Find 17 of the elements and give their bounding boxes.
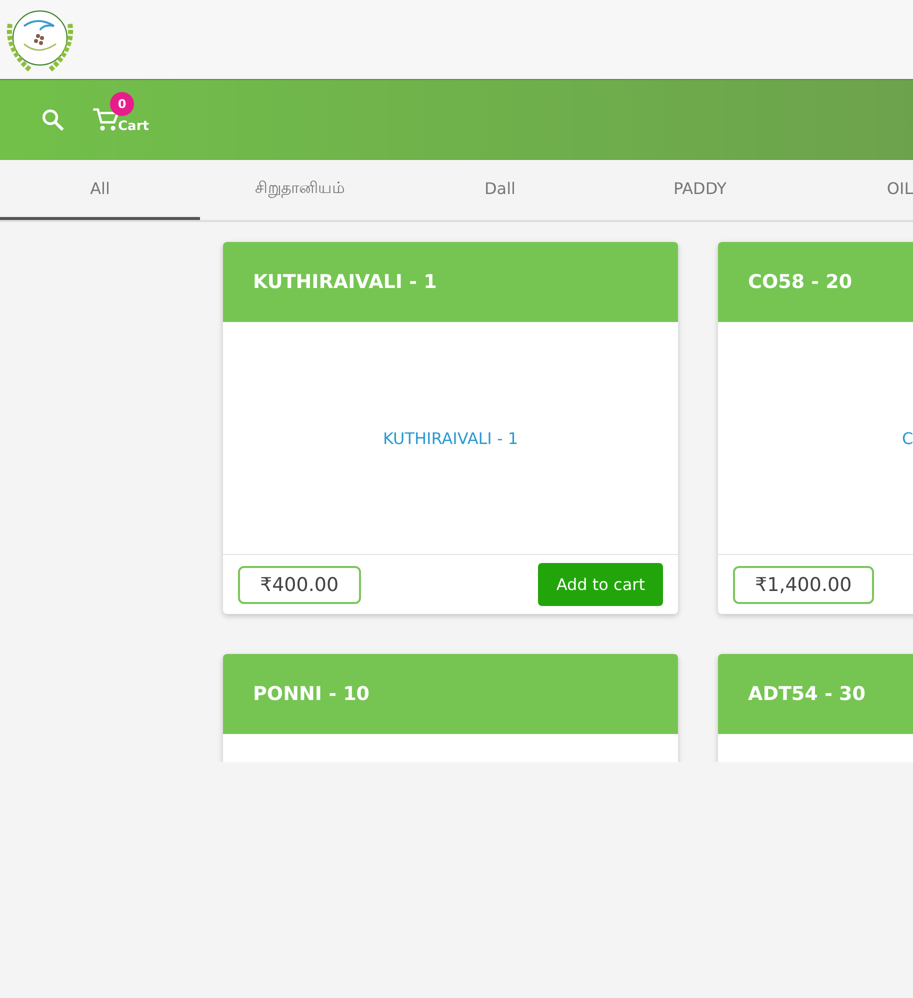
product-title: PONNI - 10	[253, 683, 370, 705]
category-tab[interactable]: All	[0, 160, 200, 220]
product-title: KUTHIRAIVALI - 1	[253, 271, 437, 293]
category-tab[interactable]: PADDY	[600, 160, 800, 220]
price-tag: ₹400.00	[238, 566, 361, 604]
product-image-label: KUTHIRAIVALI - 1	[382, 428, 518, 448]
cart-count-badge: 0	[110, 92, 134, 116]
category-tab[interactable]: Dall	[400, 160, 600, 220]
price-tag: ₹1,400.00	[733, 566, 874, 604]
category-tab[interactable]: சிறுதானியம்	[200, 160, 400, 220]
cart-label[interactable]: Cart	[118, 119, 149, 134]
add-to-cart-button[interactable]: Add to cart	[538, 563, 663, 606]
search-icon[interactable]	[40, 107, 66, 133]
product-title: ADT54 - 30	[748, 683, 866, 705]
category-tab[interactable]: OIL	[800, 160, 913, 220]
product-image-label: C	[902, 428, 913, 448]
product-title: CO58 - 20	[748, 271, 852, 293]
